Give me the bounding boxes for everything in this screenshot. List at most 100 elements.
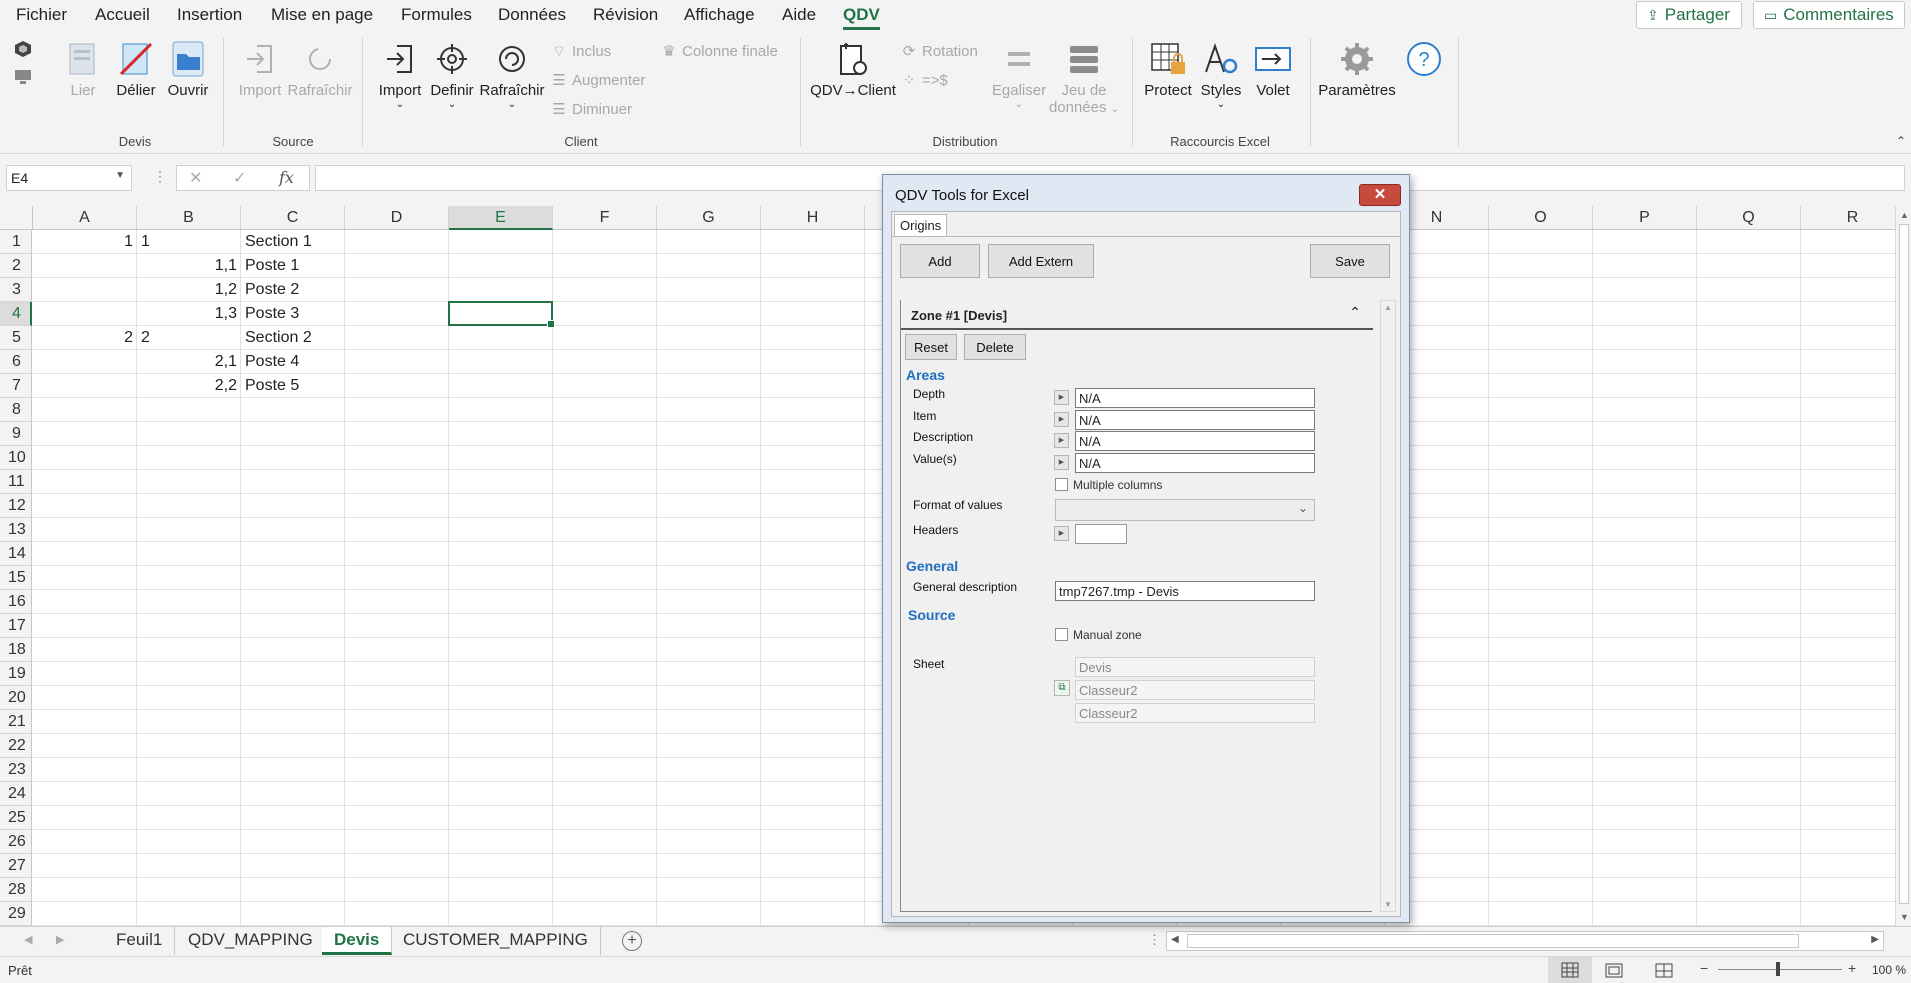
zone-header[interactable]: Zone #1 [Devis] ⌃ [901,300,1373,330]
confirm-icon[interactable]: ✓ [233,168,246,188]
add-button[interactable]: Add [900,244,980,278]
comments-button[interactable]: ▭ Commentaires [1753,1,1905,29]
row-header-18[interactable]: 18 [0,638,32,662]
styles-button[interactable]: Styles ⌄ [1196,40,1246,110]
sheet-tab-devis[interactable]: Devis [322,927,393,955]
row-header-3[interactable]: 3 [0,278,32,302]
next-sheet-icon[interactable]: ▶ [56,933,64,946]
dialog-close-button[interactable]: ✕ [1359,184,1401,206]
cell-c2[interactable]: Poste 1 [241,254,345,278]
qdv-client-button[interactable]: QDV→Client [808,40,898,99]
page-layout-view-button[interactable] [1604,963,1624,982]
rafraichir-source-button[interactable]: Rafraîchir [286,40,354,99]
row-header-20[interactable]: 20 [0,686,32,710]
column-header-h[interactable]: H [761,206,865,230]
zoom-in-button[interactable]: + [1848,960,1856,976]
row-header-21[interactable]: 21 [0,710,32,734]
column-header-b[interactable]: B [137,206,241,230]
item-picker-button[interactable]: ▶ [1054,412,1069,427]
column-header-o[interactable]: O [1489,206,1593,230]
cell-b6[interactable]: 2,1 [137,350,241,374]
dialog-vertical-scrollbar[interactable]: ▲ ▼ [1380,300,1396,912]
tab-formules[interactable]: Formules [401,5,472,25]
row-header-10[interactable]: 10 [0,446,32,470]
row-header-29[interactable]: 29 [0,902,32,926]
function-icon[interactable]: fx [279,168,294,187]
definir-button[interactable]: Definir ⌄ [426,40,478,110]
prev-sheet-icon[interactable]: ◀ [24,933,32,946]
row-header-11[interactable]: 11 [0,470,32,494]
cell-b5[interactable]: 2 [137,326,241,350]
sheet-tab-customer-mapping[interactable]: CUSTOMER_MAPPING [391,927,601,955]
column-header-d[interactable]: D [345,206,449,230]
row-header-4[interactable]: 4 [0,302,32,326]
zoom-out-button[interactable]: − [1700,960,1708,976]
row-header-9[interactable]: 9 [0,422,32,446]
row-header-28[interactable]: 28 [0,878,32,902]
row-header-27[interactable]: 27 [0,854,32,878]
row-header-26[interactable]: 26 [0,830,32,854]
headers-picker-button[interactable]: ▶ [1054,526,1069,541]
row-header-16[interactable]: 16 [0,590,32,614]
ouvrir-button[interactable]: Ouvrir [164,40,212,99]
row-header-8[interactable]: 8 [0,398,32,422]
row-header-15[interactable]: 15 [0,566,32,590]
collapse-ribbon-icon[interactable]: ⌃ [1896,134,1906,148]
jeu-de-donnees-button[interactable]: Jeu de données ⌄ [1048,40,1120,116]
row-header-13[interactable]: 13 [0,518,32,542]
scroll-down-icon[interactable]: ▼ [1900,912,1909,922]
format-select[interactable]: ⌄ [1055,499,1315,521]
tab-revision[interactable]: Révision [593,5,658,25]
zoom-slider-thumb[interactable] [1776,962,1780,976]
cancel-icon[interactable]: ✕ [189,168,202,188]
import-source-button[interactable]: Import [232,40,288,99]
rotation-button[interactable]: ⟳ Rotation [902,42,978,60]
row-header-5[interactable]: 5 [0,326,32,350]
column-header-g[interactable]: G [657,206,761,230]
column-header-p[interactable]: P [1593,206,1697,230]
tab-affichage[interactable]: Affichage [684,5,755,25]
sheet-tab-qdv-mapping[interactable]: QDV_MAPPING [176,927,326,955]
cell-a1[interactable]: 1 [33,230,137,254]
row-header-6[interactable]: 6 [0,350,32,374]
protect-button[interactable]: Protect [1140,40,1196,99]
import-client-button[interactable]: Import ⌄ [372,40,428,110]
depth-picker-button[interactable]: ▶ [1054,390,1069,405]
column-header-q[interactable]: Q [1697,206,1801,230]
column-header-c[interactable]: C [241,206,345,230]
reset-button[interactable]: Reset [905,334,957,360]
scroll-right-icon[interactable]: ▶ [1871,934,1879,945]
tab-donnees[interactable]: Données [498,5,566,25]
cell-c5[interactable]: Section 2 [241,326,345,350]
row-header-22[interactable]: 22 [0,734,32,758]
normal-view-button[interactable] [1548,957,1592,983]
tab-insertion[interactable]: Insertion [177,5,242,25]
row-header-23[interactable]: 23 [0,758,32,782]
chevron-up-icon[interactable]: ⌃ [1349,304,1361,321]
row-header-14[interactable]: 14 [0,542,32,566]
page-break-view-button[interactable] [1654,963,1674,982]
cell-c6[interactable]: Poste 4 [241,350,345,374]
cell-c7[interactable]: Poste 5 [241,374,345,398]
add-extern-button[interactable]: Add Extern [988,244,1094,278]
row-header-7[interactable]: 7 [0,374,32,398]
rafraichir-client-button[interactable]: Rafraîchir ⌄ [478,40,546,110]
column-header-r[interactable]: R [1801,206,1905,230]
multiple-columns-checkbox[interactable] [1055,478,1068,491]
selected-cell[interactable] [448,301,555,328]
name-box[interactable]: E4 ▼ [6,165,132,191]
volet-button[interactable]: Volet [1248,40,1298,99]
save-button[interactable]: Save [1310,244,1390,278]
tab-qdv[interactable]: QDV [843,5,880,30]
column-header-e[interactable]: E [449,206,553,230]
cell-c1[interactable]: Section 1 [241,230,345,254]
scroll-down-icon[interactable]: ▼ [1384,900,1392,909]
tab-origins[interactable]: Origins [894,214,948,236]
scroll-up-icon[interactable]: ▲ [1900,210,1909,220]
scrollbar-thumb[interactable] [1899,224,1909,904]
description-picker-button[interactable]: ▶ [1054,433,1069,448]
select-all-corner[interactable] [0,206,33,230]
delete-button[interactable]: Delete [964,334,1026,360]
tab-aide[interactable]: Aide [782,5,816,25]
cell-b1[interactable]: 1 [137,230,241,254]
